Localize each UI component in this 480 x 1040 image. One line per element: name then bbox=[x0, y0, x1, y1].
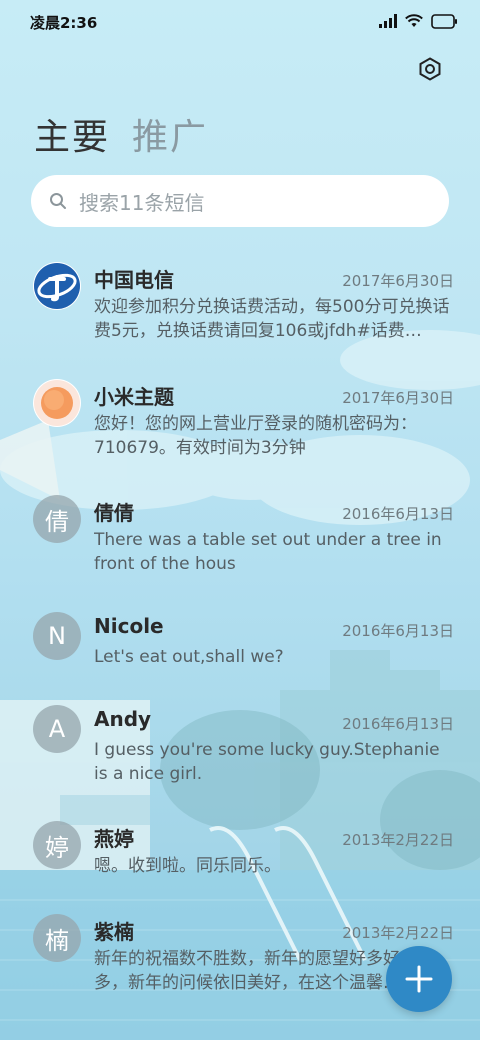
new-message-button[interactable] bbox=[386, 946, 452, 1012]
xiaomi-theme-logo-icon bbox=[34, 380, 80, 426]
message-sender: 燕婷 bbox=[94, 827, 134, 851]
message-sender: Nicole bbox=[94, 614, 164, 638]
message-date: 2017年6月30日 bbox=[342, 389, 454, 407]
avatar: N bbox=[33, 612, 81, 660]
settings-icon bbox=[419, 57, 441, 81]
settings-button[interactable] bbox=[415, 54, 445, 84]
message-sender: 小米主题 bbox=[94, 385, 174, 409]
message-date: 2013年2月22日 bbox=[342, 831, 454, 849]
china-telecom-logo-icon bbox=[34, 263, 80, 309]
battery-icon bbox=[431, 13, 457, 29]
search-input[interactable]: 搜索11条短信 bbox=[31, 175, 449, 227]
tab-bar: 主要 推广 bbox=[34, 108, 208, 160]
message-item[interactable]: N Nicole 2016年6月13日 Let's eat out,shall … bbox=[0, 612, 480, 702]
message-sender: 紫楠 bbox=[94, 920, 134, 944]
avatar: 倩 bbox=[33, 495, 81, 543]
avatar: 婷 bbox=[33, 821, 81, 869]
wifi-icon bbox=[405, 14, 423, 27]
message-preview: 您好！您的网上营业厅登录的随机密码为：710679。有效时间为3分钟 bbox=[94, 414, 417, 458]
message-item[interactable]: 倩 倩倩 2016年6月13日 There was a table set ou… bbox=[0, 495, 480, 605]
message-sender: Andy bbox=[94, 707, 152, 731]
avatar: A bbox=[33, 705, 81, 753]
message-item[interactable]: A Andy 2016年6月13日 I guess you're some lu… bbox=[0, 705, 480, 815]
search-placeholder: 搜索11条短信 bbox=[79, 190, 205, 215]
message-item[interactable]: 小米主题 2017年6月30日 您好！您的网上营业厅登录的随机密码为：71067… bbox=[0, 379, 480, 489]
message-item[interactable]: 中国电信 2017年6月30日 欢迎参加积分兑换话费活动，每500分可兑换话费5… bbox=[0, 262, 480, 372]
message-date: 2016年6月13日 bbox=[342, 715, 454, 733]
message-preview: 欢迎参加积分兑换话费活动，每500分可兑换话费5元，兑换话费请回复106或jfd… bbox=[94, 297, 450, 341]
message-preview: There was a table set out under a tree i… bbox=[94, 530, 442, 574]
message-preview: 新年的祝福数不胜数，新年的愿望好多好多，新年的问候依旧美好，在这个温馨的时刻… bbox=[94, 949, 400, 993]
message-preview: 嗯。收到啦。同乐同乐。 bbox=[94, 856, 281, 876]
message-date: 2013年2月22日 bbox=[342, 924, 454, 942]
status-icons bbox=[379, 12, 458, 30]
xiaomi-theme-avatar bbox=[33, 379, 81, 427]
tab-promotions[interactable]: 推广 bbox=[132, 108, 208, 160]
status-bar: 凌晨2:36 bbox=[0, 0, 480, 42]
tab-main[interactable]: 主要 bbox=[34, 108, 110, 160]
search-icon bbox=[50, 193, 66, 209]
plus-icon bbox=[405, 965, 433, 993]
avatar: 楠 bbox=[33, 914, 81, 962]
message-date: 2016年6月13日 bbox=[342, 622, 454, 640]
status-time: 凌晨2:36 bbox=[30, 14, 98, 32]
message-sender: 倩倩 bbox=[94, 501, 134, 525]
message-date: 2016年6月13日 bbox=[342, 505, 454, 523]
china-telecom-avatar bbox=[33, 262, 81, 310]
message-sender: 中国电信 bbox=[94, 268, 174, 292]
message-preview: I guess you're some lucky guy.Stephanie … bbox=[94, 740, 440, 784]
message-item[interactable]: 婷 燕婷 2013年2月22日 嗯。收到啦。同乐同乐。 bbox=[0, 821, 480, 911]
message-preview: Let's eat out,shall we? bbox=[94, 647, 284, 667]
message-date: 2017年6月30日 bbox=[342, 272, 454, 290]
signal-icon bbox=[379, 14, 397, 28]
